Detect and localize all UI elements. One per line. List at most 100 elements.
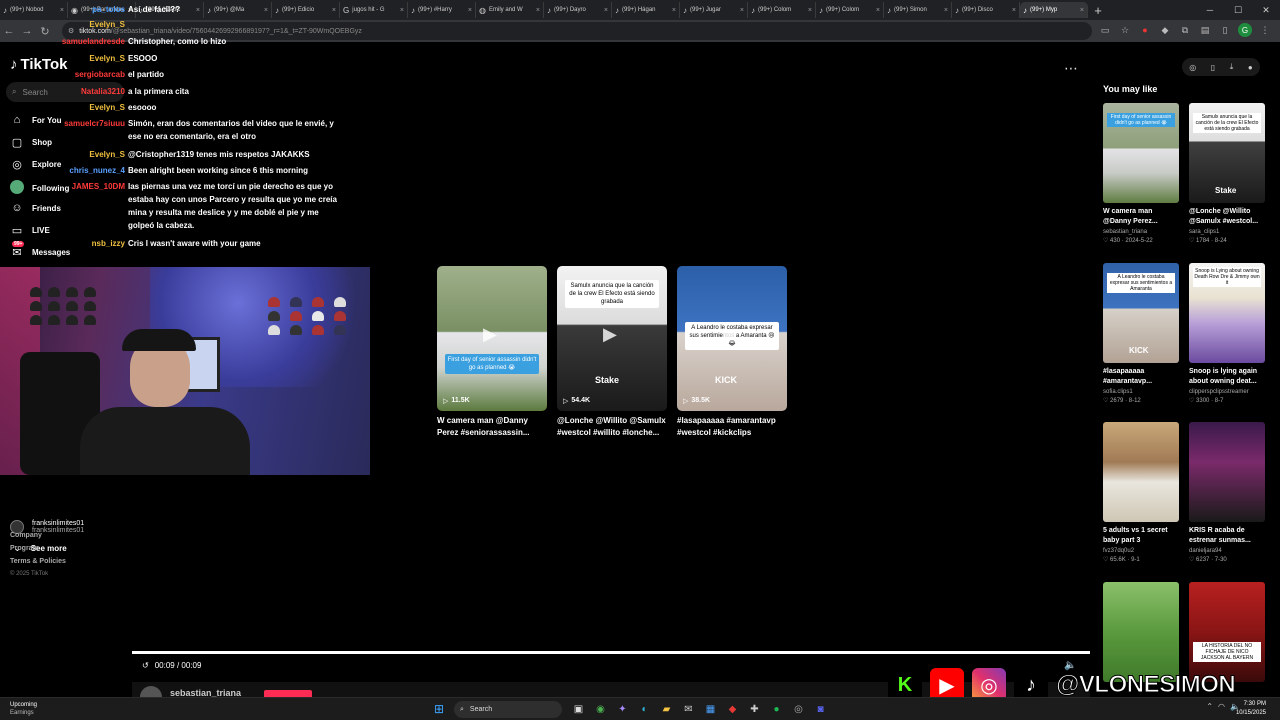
browser-tab[interactable]: Gjugos hit - G × — [340, 2, 408, 18]
nav-item-friends[interactable]: ☺ Friends — [10, 202, 61, 214]
video-title[interactable]: @Lonche @Willito @Samulx #westcol #willi… — [557, 415, 667, 439]
video-card[interactable]: First day of senior assassin didn't go a… — [437, 266, 547, 439]
close-tab-icon[interactable]: × — [876, 7, 880, 14]
app-xbox-icon[interactable]: ✚ — [746, 701, 763, 718]
nav-item-for-you[interactable]: ⌂ For You — [10, 114, 62, 126]
new-tab-button[interactable]: + — [1090, 2, 1106, 18]
recommended-title[interactable]: 5 adults vs 1 secret baby part 3 — [1103, 526, 1179, 546]
close-window-icon[interactable]: ✕ — [1252, 0, 1280, 20]
recommended-thumbnail[interactable]: Samulx anuncia que la canción de la crew… — [1189, 103, 1265, 203]
recommended-title[interactable]: Snoop is lying again about owning deat..… — [1189, 367, 1265, 387]
browser-tab[interactable]: ♪ (99+) Colom × — [816, 2, 884, 18]
close-tab-icon[interactable]: × — [740, 7, 744, 14]
minimize-icon[interactable]: ─ — [1196, 0, 1224, 20]
browser-tab[interactable]: ♪ (99+) Hágan × — [612, 2, 680, 18]
recommended-title[interactable]: KRIS R acaba de estrenar sunmas... — [1189, 526, 1265, 546]
close-tab-icon[interactable]: × — [536, 7, 540, 14]
close-tab-icon[interactable]: × — [400, 7, 404, 14]
forward-icon[interactable]: → — [18, 22, 36, 40]
app-red-icon[interactable]: ◆ — [724, 701, 741, 718]
profile-avatar-icon[interactable]: G — [1238, 23, 1252, 37]
maximize-icon[interactable]: ☐ — [1224, 0, 1252, 20]
recommended-card[interactable] — [1103, 582, 1179, 682]
recommended-card[interactable]: LA HISTORIA DEL NO FICHAJE DE NICO JACKS… — [1189, 582, 1265, 682]
back-icon[interactable]: ← — [0, 22, 18, 40]
recommended-author[interactable]: danieljara94 — [1189, 548, 1265, 554]
close-tab-icon[interactable]: × — [1080, 7, 1084, 14]
footer-link-company[interactable]: Company — [10, 532, 66, 539]
reload-icon[interactable]: ↻ — [36, 22, 54, 40]
more-options-icon[interactable]: ⋯ — [1064, 60, 1078, 77]
recommended-author[interactable]: sebastian_triana — [1103, 229, 1179, 235]
browser-tab[interactable]: ♪ (99+) Simon × — [884, 2, 952, 18]
recommended-title[interactable]: #lasapaaaaa #amarantavp... — [1103, 367, 1179, 387]
close-tab-icon[interactable]: × — [944, 7, 948, 14]
recommended-thumbnail[interactable] — [1103, 582, 1179, 682]
nav-item-messages[interactable]: ✉ 99+ Messages — [10, 241, 70, 259]
compass-tool-icon[interactable]: ◎ — [1189, 63, 1196, 72]
site-info-icon[interactable]: ⚙ — [68, 27, 74, 35]
close-tab-icon[interactable]: × — [808, 7, 812, 14]
recommended-card[interactable]: Samulx anuncia que la canción de la crew… — [1189, 103, 1265, 244]
recommended-thumbnail[interactable] — [1189, 422, 1265, 522]
recommended-card[interactable]: A Leandro le costaba expresar sus sentim… — [1103, 263, 1179, 404]
windows-start-icon[interactable]: ⊞ — [434, 702, 448, 716]
browser-tab[interactable]: ♪ (99+) Jugar × — [680, 2, 748, 18]
browser-tab[interactable]: ♪ (99+) Dayro × — [544, 2, 612, 18]
close-tab-icon[interactable]: × — [1012, 7, 1016, 14]
tiktok-logo[interactable]: ♪ TikTok — [10, 56, 67, 73]
close-tab-icon[interactable]: × — [604, 7, 608, 14]
close-tab-icon[interactable]: × — [60, 7, 64, 14]
video-thumbnail[interactable]: Samulx anuncia que la canción de la crew… — [557, 266, 667, 411]
video-title[interactable]: #lasapaaaaa #amarantavp #westcol #kickcl… — [677, 415, 787, 439]
recommended-card[interactable]: KRIS R acaba de estrenar sunmas... daniel… — [1189, 422, 1265, 563]
discord-icon[interactable]: ◙ — [812, 701, 829, 718]
video-card[interactable]: Samulx anuncia que la canción de la crew… — [557, 266, 667, 439]
browser-tab[interactable]: ♪ (99+) Colom × — [748, 2, 816, 18]
app-misc-icon[interactable]: ◎ — [790, 701, 807, 718]
recommended-card[interactable]: First day of senior assassin didn't go a… — [1103, 103, 1179, 244]
browser-tab[interactable]: ♪ (99+) Nobod × — [0, 2, 68, 18]
extension-diamond-icon[interactable]: ◆ — [1158, 23, 1172, 37]
browser-tab[interactable]: ◍ Emily and W × — [476, 2, 544, 18]
footer-link-terms[interactable]: Terms & Policies — [10, 558, 66, 565]
store-icon[interactable]: ▦ — [702, 701, 719, 718]
nav-item-explore[interactable]: ◎ Explore — [10, 158, 61, 171]
recommended-thumbnail[interactable]: First day of senior assassin didn't go a… — [1103, 103, 1179, 203]
recommended-author[interactable]: sara_clips1 — [1189, 229, 1265, 235]
copilot-icon[interactable]: ✦ — [614, 701, 631, 718]
recommended-card[interactable]: Snoop is Lying about owning Death Row Dr… — [1189, 263, 1265, 404]
user-avatar-icon[interactable]: ● — [1248, 63, 1253, 72]
video-card[interactable]: A Leandro le costaba expresar sus sentim… — [677, 266, 787, 439]
reading-list-icon[interactable]: ▤ — [1198, 23, 1212, 37]
footer-link-program[interactable]: Program — [10, 545, 66, 552]
bookmark-star-icon[interactable]: ☆ — [1118, 23, 1132, 37]
close-tab-icon[interactable]: × — [468, 7, 472, 14]
edge-icon[interactable]: ◐ — [636, 701, 653, 718]
phone-tool-icon[interactable]: ▯ — [1211, 63, 1215, 72]
widgets-button[interactable]: Upcoming Earnings — [10, 701, 37, 717]
recommended-title[interactable]: W camera man @Danny Perez... — [1103, 207, 1179, 227]
replay-icon[interactable]: ↺ — [142, 661, 149, 670]
recommended-thumbnail[interactable]: A Leandro le costaba expresar sus sentim… — [1103, 263, 1179, 363]
cast-icon[interactable]: ▭ — [1098, 23, 1112, 37]
extension-red-icon[interactable]: ● — [1138, 23, 1152, 37]
video-progress-bar[interactable] — [132, 651, 1090, 654]
chrome-app-icon[interactable]: ◉ — [592, 701, 609, 718]
recommended-thumbnail[interactable]: Snoop is Lying about owning Death Row Dr… — [1189, 263, 1265, 363]
play-icon[interactable]: ▶ — [723, 324, 737, 345]
task-view-icon[interactable]: ▣ — [570, 701, 587, 718]
menu-dots-icon[interactable]: ⋮ — [1258, 23, 1272, 37]
video-thumbnail[interactable]: A Leandro le costaba expresar sus sentim… — [677, 266, 787, 411]
recommended-thumbnail[interactable] — [1103, 422, 1179, 522]
nav-item-live[interactable]: ▭ LIVE — [10, 224, 50, 237]
tray-chevron-icon[interactable]: ⌃ — [1206, 702, 1213, 711]
recommended-author[interactable]: fvz37dq0u2 — [1103, 548, 1179, 554]
extensions-puzzle-icon[interactable]: ⧉ — [1178, 23, 1192, 37]
file-explorer-icon[interactable]: ▰ — [658, 701, 675, 718]
recommended-author[interactable]: clipperspclipsstreamer — [1189, 389, 1265, 395]
play-icon[interactable]: ▶ — [483, 324, 497, 345]
browser-tab[interactable]: ♪ (99+) Disco × — [952, 2, 1020, 18]
recommended-author[interactable]: sofia.clips1 — [1103, 389, 1179, 395]
recommended-title[interactable]: @Lonche @Willito @Samulx #westcol... — [1189, 207, 1265, 227]
